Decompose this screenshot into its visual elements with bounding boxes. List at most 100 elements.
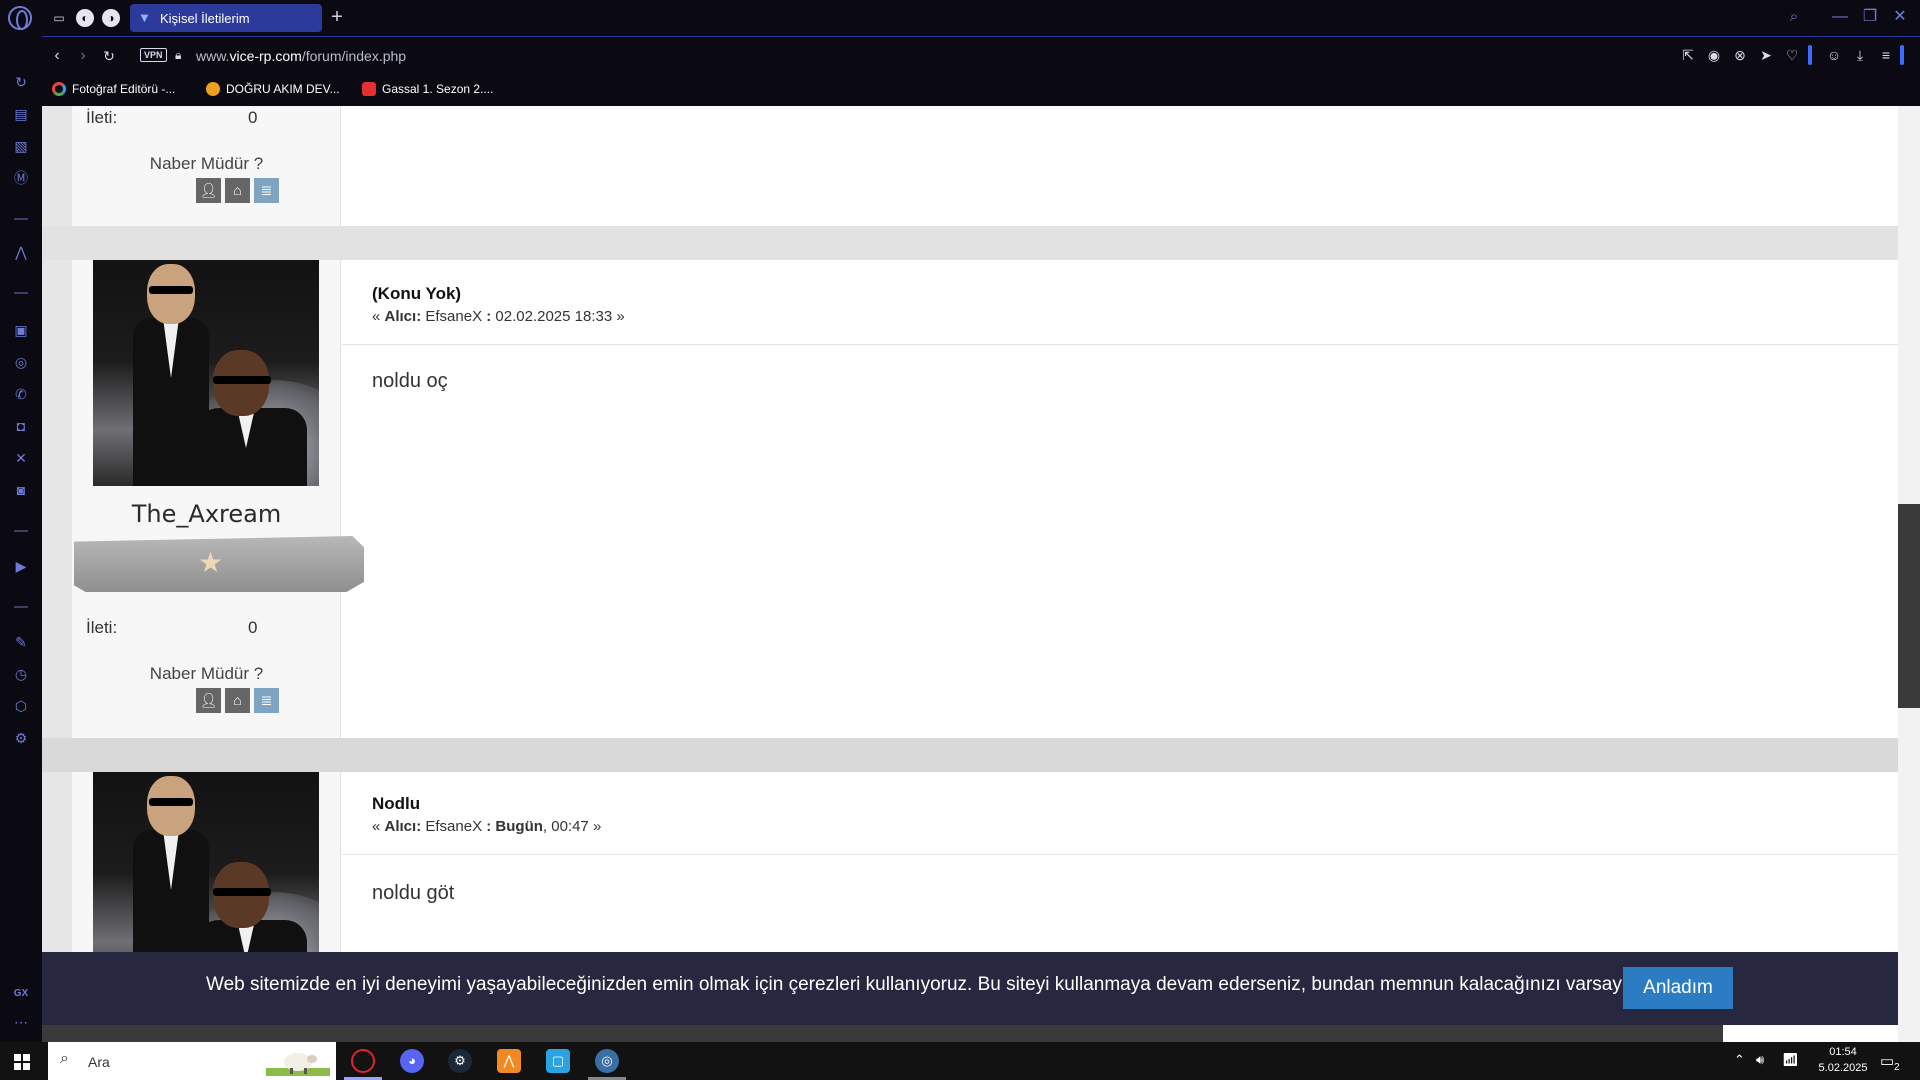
url-field[interactable]: www.vice-rp.com/forum/index.php <box>196 48 406 64</box>
taskbar-search[interactable]: ⌕ Ara <box>48 1042 336 1080</box>
search-placeholder: Ara <box>88 1054 110 1070</box>
meta-recipient[interactable]: EfsaneX <box>421 308 486 325</box>
windows-taskbar: ⌕ Ara ◕ ⚙ ⋀ ▢ ◎ ⌃ 🔊︎ 📶︎ 01:54 5.02.2025 … <box>0 1042 1920 1080</box>
sidebar-whatsapp-icon[interactable]: ✆ <box>11 384 31 404</box>
easy-setup-icon[interactable]: ≡ <box>1876 47 1896 63</box>
bookmark-info-icon <box>206 82 220 96</box>
post-count-label: İleti: <box>86 108 118 127</box>
bookmark-1[interactable]: Fotoğraf Editörü -... <box>52 82 175 96</box>
sidebar-discord-icon[interactable]: ◙ <box>11 480 31 500</box>
sidebar-aria-icon[interactable]: ⋀ <box>11 242 31 262</box>
bookmark-3[interactable]: Gassal 1. Sezon 2.... <box>362 82 493 96</box>
share-icon[interactable]: ⇱ <box>1678 47 1698 64</box>
sidebar-separator <box>14 606 28 608</box>
tray-volume-icon[interactable]: 🔊︎ <box>1756 1052 1764 1068</box>
sidebar-news-icon[interactable]: ▧ <box>11 136 31 156</box>
document-icon[interactable]: ≣ <box>254 688 279 713</box>
download-icon[interactable]: ⤓ <box>1850 47 1870 64</box>
sidebar-more-icon[interactable]: ⋯ <box>11 1012 31 1032</box>
cookie-accept-button[interactable]: Anladım <box>1623 967 1733 1009</box>
tray-network-icon[interactable]: 📶︎ <box>1782 1052 1799 1068</box>
camera-icon[interactable]: ◉ <box>1704 47 1724 64</box>
tab-islands-icon[interactable]: ▭ <box>50 9 68 27</box>
sidebar-mail-icon[interactable]: Ⓜ <box>11 168 31 188</box>
sidebar-twitch-icon[interactable]: ▣ <box>11 320 31 340</box>
post-title[interactable]: (Konu Yok) <box>372 284 461 304</box>
star-icon: ★ <box>198 547 224 578</box>
sidebar-player-icon[interactable]: ▶ <box>11 556 31 576</box>
avatar[interactable] <box>93 260 319 486</box>
horizontal-scrollbar-end <box>1723 1025 1898 1042</box>
opera-menu-icon[interactable] <box>8 6 32 30</box>
page-content: İleti: 0 Naber Müdür ? 👤︎ ⌂ ≣ The_Axream… <box>42 106 1920 1042</box>
tab-active[interactable]: ▼ Kişisel İletilerim <box>130 4 322 32</box>
sidebar-messenger-icon[interactable]: ◎ <box>11 352 31 372</box>
profile-icon[interactable]: ☺ <box>1824 47 1844 63</box>
taskbar-app-icon-2[interactable]: ◎ <box>595 1049 619 1073</box>
sidebar-pinboard-icon[interactable]: ✎ <box>11 632 31 652</box>
taskbar-store-icon[interactable]: ▢ <box>546 1049 570 1073</box>
sidebar-instagram-icon[interactable]: ◘ <box>11 416 31 436</box>
profile-icon[interactable]: 👤︎ <box>196 688 221 713</box>
title-bar: ▭ ◐ ◑ ▼ Kişisel İletilerim + ⌕ — ❐ ✕ <box>0 0 1920 36</box>
horizontal-scrollbar[interactable] <box>42 1025 1898 1042</box>
address-bar: ‹ › ↻ VPN 🔒︎ www.vice-rp.com/forum/index… <box>42 36 1920 76</box>
document-icon[interactable]: ≣ <box>254 178 279 203</box>
reload-button[interactable]: ↻ <box>98 45 120 67</box>
post-count-value: 0 <box>248 618 258 637</box>
lock-icon[interactable]: 🔒︎ <box>175 48 181 63</box>
tray-chevron-icon[interactable]: ⌃ <box>1734 1052 1745 1068</box>
taskbar-clock[interactable]: 01:54 5.02.2025 <box>1808 1044 1878 1076</box>
close-window-button[interactable]: ✕ <box>1888 6 1912 28</box>
author-status: Naber Müdür ? <box>149 664 264 683</box>
taskbar-app-icon[interactable]: ⋀ <box>497 1049 521 1073</box>
vpn-badge[interactable]: VPN <box>140 48 167 62</box>
author-status: Naber Müdür ? <box>149 154 264 173</box>
search-tabs-icon[interactable]: ⌕ <box>1782 6 1806 28</box>
meta-open: « <box>372 818 385 835</box>
profile-icon[interactable]: 👤︎ <box>196 178 221 203</box>
meta-recipient-label: Alıcı: <box>384 818 422 835</box>
meta-date: 02.02.2025 18:33 » <box>491 308 625 325</box>
taskbar-steam-icon[interactable]: ⚙ <box>448 1049 472 1073</box>
taskbar-opera-gx-icon[interactable] <box>351 1049 375 1073</box>
post-title[interactable]: Nodlu <box>372 794 420 814</box>
restore-button[interactable]: ❐ <box>1858 6 1882 28</box>
post-divider <box>342 854 1898 855</box>
meta-recipient[interactable]: EfsaneX <box>421 818 486 835</box>
accent-bar <box>1900 45 1904 65</box>
send-icon[interactable]: ➤ <box>1756 47 1776 64</box>
notification-icon[interactable]: ▭ <box>1880 1052 1894 1070</box>
rank-badge: ★ <box>74 536 364 592</box>
taskbar-discord-icon[interactable]: ◕ <box>400 1049 424 1073</box>
tab-favicon-icon: ▼ <box>138 10 151 25</box>
forward-button[interactable]: › <box>72 45 94 67</box>
heart-icon[interactable]: ♡ <box>1782 47 1802 64</box>
sidebar-gx-label[interactable]: GX <box>11 984 31 1004</box>
pinned-tab-icon[interactable]: ◐ <box>76 9 94 27</box>
scrollbar-thumb[interactable] <box>1898 504 1920 708</box>
start-button[interactable] <box>14 1054 30 1070</box>
tab-title: Kişisel İletilerim <box>160 10 250 26</box>
sidebar-extensions-icon[interactable]: ⬡ <box>11 696 31 716</box>
adblock-icon[interactable]: ⊗ <box>1730 47 1750 64</box>
sidebar-history-icon[interactable]: ◷ <box>11 664 31 684</box>
sidebar-separator <box>14 292 28 294</box>
bookmark-2[interactable]: DOĞRU AKIM DEV... <box>206 82 340 96</box>
sidebar-x-icon[interactable]: ✕ <box>11 448 31 468</box>
home-icon[interactable]: ⌂ <box>225 178 250 203</box>
home-icon[interactable]: ⌂ <box>225 688 250 713</box>
author-username[interactable]: The_Axream <box>72 500 341 528</box>
bookmark-label: Fotoğraf Editörü -... <box>72 82 176 96</box>
sidebar-gx-corner-icon[interactable]: ▤ <box>11 104 31 124</box>
clock-date: 5.02.2025 <box>1818 1062 1868 1074</box>
post-count-label: İleti: <box>86 618 118 637</box>
cookie-message: Web sitemizde en iyi deneyimi yaşayabile… <box>206 974 1679 995</box>
new-tab-button[interactable]: + <box>326 6 348 28</box>
background-stripe <box>42 738 1920 772</box>
sidebar-settings-icon[interactable]: ⚙ <box>11 728 31 748</box>
back-button[interactable]: ‹ <box>46 45 68 67</box>
minimize-button[interactable]: — <box>1828 6 1852 28</box>
sidebar-speed-dial-icon[interactable]: ↻ <box>11 72 31 92</box>
pinned-tab-icon-2[interactable]: ◑ <box>102 9 120 27</box>
